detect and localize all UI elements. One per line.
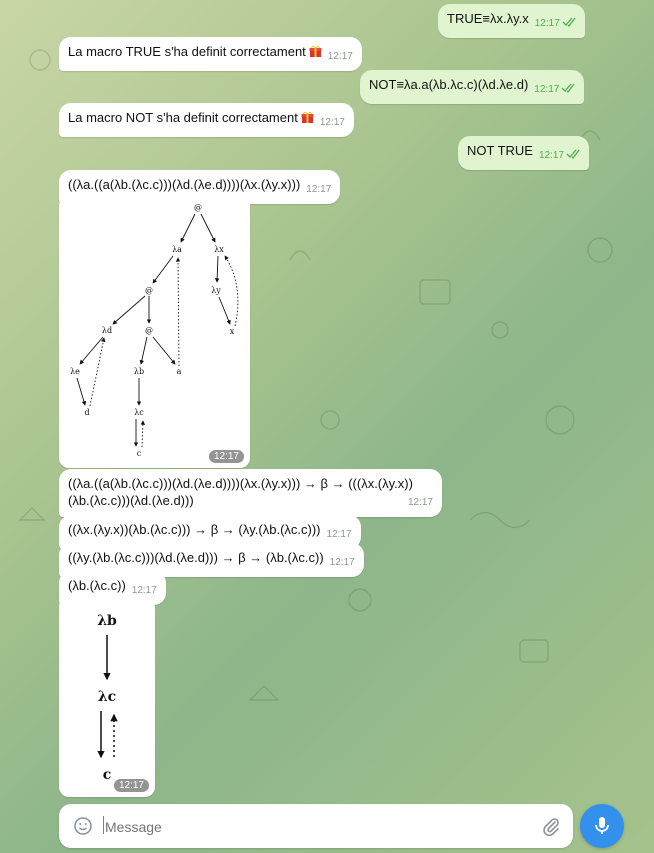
image-time: 12:17 [208, 450, 244, 463]
message-text: (λb.(λc.c)) [68, 578, 126, 593]
message-time: 12:17 [326, 529, 352, 540]
double-check-icon [566, 149, 580, 159]
node-c: c [103, 767, 112, 783]
node-app1: @ [145, 286, 153, 295]
node-ly: λy [211, 286, 221, 295]
double-check-icon [562, 17, 576, 27]
message-text: TRUE≡λx.λy.x [447, 11, 529, 26]
message-composer [59, 804, 573, 848]
message-incoming[interactable]: La macro TRUE s'ha definit correctament 1… [59, 37, 362, 71]
message-text: La macro NOT s'ha definit correctament [68, 110, 298, 125]
message-text: ((λy.(λb.(λc.c)))(λd.(λe.d))) → β → (λb.… [68, 550, 324, 565]
message-outgoing[interactable]: TRUE≡λx.λy.x 12:17 [438, 4, 585, 38]
node-le: λe [70, 367, 80, 376]
message-time: 12:17 [534, 84, 560, 95]
message-text: NOT TRUE [467, 143, 533, 158]
gift-icon [309, 46, 322, 57]
message-time: 12:17 [407, 497, 433, 508]
node-lx: λx [214, 245, 224, 254]
message-incoming[interactable]: ((λa.((a(λb.(λc.c)))(λd.(λe.d))))(λx.(λy… [59, 469, 442, 517]
message-text: La macro TRUE s'ha definit correctament [68, 44, 306, 59]
node-app2: @ [145, 326, 153, 335]
image-message[interactable]: λb λc c 12:17 [59, 597, 155, 797]
message-time: 12:17 [327, 51, 353, 62]
message-input[interactable] [103, 814, 527, 840]
message-text: ((λa.((a(λb.(λc.c)))(λd.(λe.d))))(λx.(λy… [68, 476, 413, 508]
node-lc: λc [98, 689, 116, 705]
node-a: a [177, 367, 182, 376]
message-time: 12:17 [131, 585, 157, 596]
node-x: x [230, 327, 235, 336]
node-lc: λc [134, 408, 144, 417]
smile-icon[interactable] [73, 816, 93, 836]
node-c: c [137, 449, 142, 458]
message-text: NOT≡λa.a(λb.λc.c)(λd.λe.d) [369, 77, 529, 92]
lambda-tree-diagram: λb λc c [97, 613, 118, 783]
message-outgoing[interactable]: NOT TRUE 12:17 [458, 136, 590, 170]
message-incoming[interactable]: La macro NOT s'ha definit correctament 12… [59, 103, 354, 137]
image-message[interactable]: @ λa λx λy x @ λd @ λe d λb a λc c 12:17 [59, 196, 250, 468]
node-la: λa [172, 245, 182, 254]
node-lb: λb [97, 613, 117, 629]
microphone-button[interactable] [580, 804, 624, 848]
message-text: ((λx.(λy.x))(λb.(λc.c))) → β → (λy.(λb.(… [68, 522, 321, 537]
message-text: ((λa.((a(λb.(λc.c)))(λd.(λe.d))))(λx.(λy… [68, 177, 301, 192]
message-time: 12:17 [534, 18, 560, 29]
message-time: 12:17 [538, 150, 565, 161]
gift-icon [301, 112, 314, 123]
message-outgoing[interactable]: NOT≡λa.a(λb.λc.c)(λd.λe.d) 12:17 [360, 70, 585, 104]
image-time: 12:17 [113, 779, 149, 792]
node-d: d [84, 408, 89, 417]
paperclip-icon[interactable] [541, 816, 561, 836]
message-time: 12:17 [306, 184, 332, 195]
node-lb: λb [134, 367, 144, 376]
lambda-tree-diagram: @ λa λx λy x @ λd @ λe d λb a λc c [70, 203, 239, 458]
double-check-icon [561, 83, 575, 93]
node-root: @ [194, 203, 202, 212]
microphone-icon [595, 817, 609, 834]
message-time: 12:17 [329, 557, 355, 568]
message-time: 12:17 [319, 117, 345, 128]
node-ld: λd [102, 326, 112, 335]
